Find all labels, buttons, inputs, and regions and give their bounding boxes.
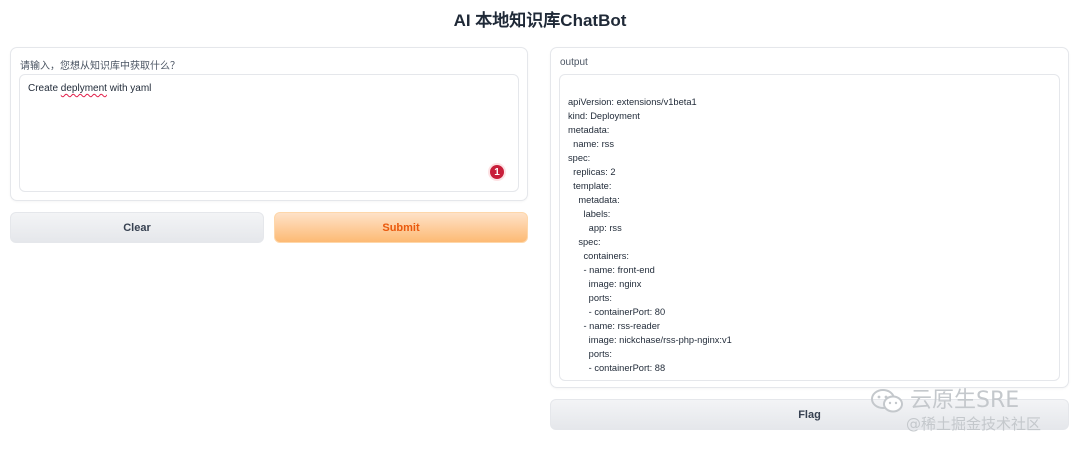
grammar-check-badge[interactable]: 1	[488, 163, 506, 181]
output-label: output	[560, 57, 588, 68]
output-line: metadata:	[568, 195, 620, 205]
output-line: - name: rss-reader	[568, 321, 660, 331]
input-panel: 请输入，您想从知识库中获取什么？ Create deplyment with y…	[10, 47, 528, 201]
clear-button[interactable]: Clear	[10, 212, 264, 243]
output-line: - containerPort: 80	[568, 307, 666, 317]
output-line: - name: front-end	[568, 265, 655, 275]
output-line: labels:	[568, 209, 611, 219]
misspelled-word: deplyment	[60, 83, 107, 94]
output-line: metadata:	[568, 125, 610, 135]
page-title: AI 本地知识库ChatBot	[453, 11, 627, 30]
output-line: name: rss	[568, 139, 614, 149]
output-textbox[interactable]: apiVersion: extensions/v1beta1 kind: Depl…	[559, 74, 1060, 381]
watermark: 云原生SRE @稀土掘金技术社区	[870, 388, 1041, 434]
watermark-title: 云原生SRE	[910, 388, 1020, 413]
output-line: ports:	[568, 349, 612, 359]
output-panel: output apiVersion: extensions/v1beta1 kin…	[550, 47, 1069, 388]
output-line: apiVersion: extensions/v1beta1	[568, 97, 697, 107]
output-line: template:	[568, 181, 612, 191]
output-line: spec:	[568, 237, 601, 247]
output-line: image: nickchase/rss-php-nginx:v1	[568, 335, 732, 345]
output-line: - containerPort: 88	[568, 363, 666, 373]
query-input[interactable]: Create deplyment with yaml 1	[19, 74, 519, 192]
watermark-subtitle: @稀土掘金技术社区	[906, 415, 1042, 433]
wechat-icon	[871, 389, 903, 413]
output-line: ports:	[568, 293, 612, 303]
output-line: app: rss	[568, 223, 622, 233]
output-line: containers:	[568, 251, 629, 261]
output-line: image: nginx	[568, 279, 642, 289]
output-line: replicas: 2	[568, 167, 616, 177]
input-label: 请输入，您想从知识库中获取什么？	[20, 61, 180, 72]
output-line: spec:	[568, 153, 591, 163]
submit-button[interactable]: Submit	[274, 212, 528, 243]
query-input-value: Create deplyment with yaml	[28, 83, 152, 94]
output-line: kind: Deployment	[568, 111, 640, 121]
